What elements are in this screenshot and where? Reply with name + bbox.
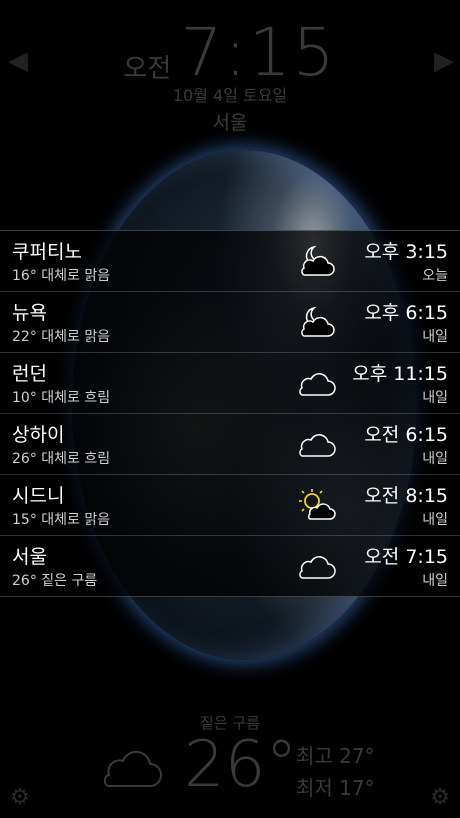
city-condition: 15° 대체로 맑음 <box>12 512 111 528</box>
city-condition: 26° 대체로 흐림 <box>12 451 111 467</box>
city-name: 쿠퍼티노 <box>12 241 82 263</box>
city-time: 오전 7:15 <box>364 546 448 568</box>
moon-cloud-icon <box>301 245 335 276</box>
date-label: 10월 4일 토요일 <box>172 86 288 105</box>
city-day: 내일 <box>422 390 448 406</box>
sun-cloud-icon <box>299 489 336 520</box>
city-row[interactable]: 상하이 26° 대체로 흐림 오전 6:15 내일 <box>0 413 460 474</box>
clock: 오전 7:15 <box>0 14 460 91</box>
city-time: 오전 6:15 <box>364 424 448 446</box>
city-condition: 10° 대체로 흐림 <box>12 390 111 406</box>
city-row[interactable]: 런던 10° 대체로 흐림 오후 11:15 내일 <box>0 352 460 413</box>
city-name: 서울 <box>12 546 47 568</box>
city-day: 내일 <box>422 329 448 345</box>
city-day: 내일 <box>422 512 448 528</box>
city-name: 상하이 <box>12 424 65 446</box>
gear-icon[interactable]: ⚙ <box>430 785 450 810</box>
city-name: 뉴욕 <box>12 302 47 324</box>
city-row[interactable]: 쿠퍼티노 16° 대체로 맑음 오후 3:15 오늘 <box>0 230 460 291</box>
cloud-icon <box>299 556 336 579</box>
city-time: 오후 3:15 <box>364 241 448 263</box>
city-time: 오후 11:15 <box>352 363 448 385</box>
high-temperature: 최고 27° <box>296 744 375 768</box>
clock-time: 7:15 <box>180 14 337 91</box>
gear-icon[interactable]: ⚙ <box>10 785 30 810</box>
moon-cloud-icon <box>301 306 335 337</box>
city-row[interactable]: 시드니 15° 대체로 맑음 오전 8:15 내일 <box>0 474 460 535</box>
city-condition: 16° 대체로 맑음 <box>12 268 111 284</box>
city-condition: 26° 짙은 구름 <box>12 573 98 589</box>
city-row[interactable]: 뉴욕 22° 대체로 맑음 오후 6:15 내일 <box>0 291 460 352</box>
cloud-icon <box>103 750 162 787</box>
city-day: 내일 <box>422 451 448 467</box>
city-time: 오후 6:15 <box>364 302 448 324</box>
current-temperature: 26° <box>184 728 298 802</box>
cloud-icon <box>299 434 336 457</box>
city-condition: 22° 대체로 맑음 <box>12 329 111 345</box>
current-city-label: 서울 <box>212 112 248 134</box>
city-time: 오전 8:15 <box>364 485 448 507</box>
city-row[interactable]: 서울 26° 짙은 구름 오전 7:15 내일 <box>0 535 460 597</box>
city-name: 시드니 <box>12 485 65 507</box>
city-name: 런던 <box>12 363 47 385</box>
city-list: 쿠퍼티노 16° 대체로 맑음 오후 3:15 오늘 뉴욕 22° 대체로 맑음… <box>0 230 460 597</box>
low-temperature: 최저 17° <box>296 776 375 800</box>
cloud-icon <box>299 373 336 396</box>
city-day: 내일 <box>422 573 448 589</box>
clock-ampm: 오전 <box>123 54 172 84</box>
city-day: 오늘 <box>422 268 448 284</box>
